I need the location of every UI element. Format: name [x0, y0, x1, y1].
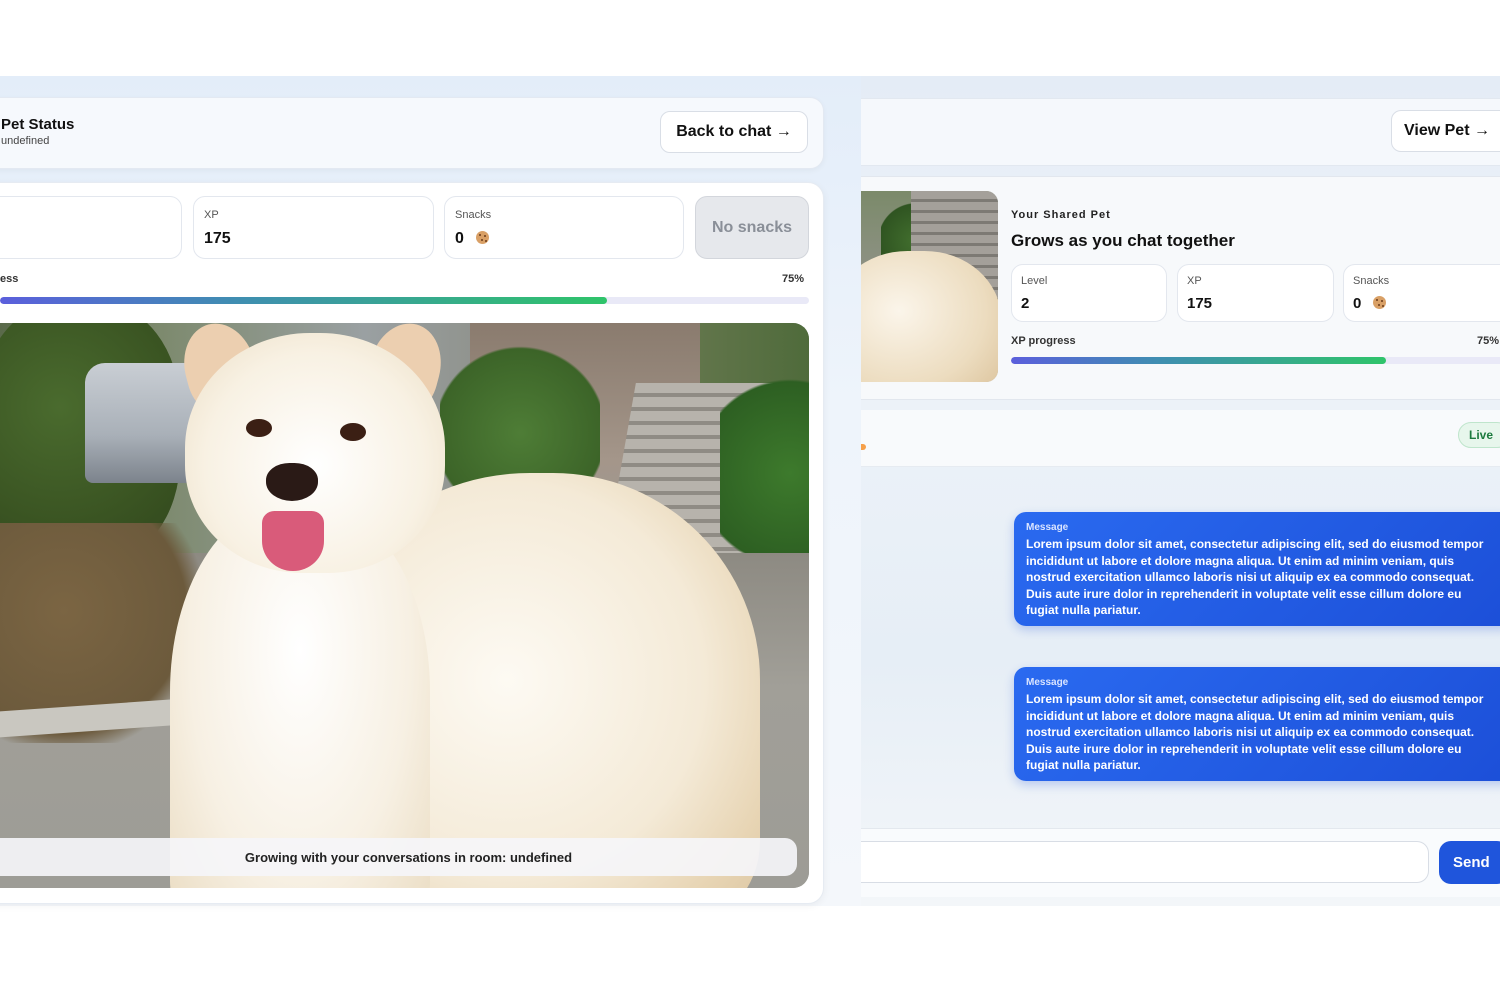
stat-value-row: 0	[1353, 295, 1387, 312]
stat-level-card: Level 2	[1011, 264, 1167, 322]
feed-snack-button[interactable]: No snacks	[695, 196, 809, 259]
stat-snacks-card: Snacks 0	[1343, 264, 1500, 322]
message-input[interactable]	[861, 841, 1429, 883]
stat-label: Snacks	[1353, 275, 1390, 287]
cookie-icon	[1373, 296, 1387, 309]
xp-progress-bar	[1011, 357, 1500, 364]
chat-message: Message Lorem ipsum dolor sit amet, cons…	[1014, 667, 1500, 781]
stat-snacks-card: Snacks 0	[444, 196, 684, 259]
message-sender: Message	[1026, 677, 1069, 688]
message-sender: Message	[1026, 522, 1069, 533]
xp-progress-bar	[0, 297, 809, 304]
chat-status-bar	[861, 410, 1500, 467]
stat-xp-card: XP 175	[193, 196, 434, 259]
stat-xp-card: XP 175	[1177, 264, 1334, 322]
progress-percent: 75%	[782, 273, 805, 285]
message-text: Lorem ipsum dolor sit amet, consectetur …	[1026, 537, 1484, 617]
stat-label: XP	[204, 209, 219, 221]
stat-value: 0	[1353, 295, 1362, 312]
stat-value: 175	[1187, 295, 1213, 312]
progress-label: ess	[0, 273, 19, 285]
stat-level-card	[0, 196, 182, 259]
cookie-icon	[475, 231, 489, 244]
message-text: Lorem ipsum dolor sit amet, consectetur …	[1026, 692, 1484, 772]
shared-pet-label: Your Shared Pet	[1011, 209, 1111, 221]
stat-value: 0	[455, 230, 464, 247]
send-button[interactable]: Send	[1439, 841, 1500, 884]
xp-progress-fill	[1011, 357, 1386, 364]
stat-label: Level	[1021, 275, 1048, 287]
pet-caption: Growing with your conversations in room:…	[0, 838, 797, 876]
pet-thumbnail[interactable]	[861, 191, 998, 382]
live-status-badge: Live	[1458, 422, 1500, 448]
stat-label: Snacks	[455, 209, 492, 221]
stat-value: 2	[1021, 295, 1030, 312]
chat-message: Message Lorem ipsum dolor sit amet, cons…	[1014, 512, 1500, 626]
pet-image	[0, 323, 809, 888]
room-subtitle: undefined	[1, 135, 50, 147]
xp-progress-fill	[0, 297, 607, 304]
back-to-chat-button[interactable]: Back to chat →	[660, 111, 808, 153]
stat-label: XP	[1187, 275, 1202, 287]
progress-percent: 75%	[1477, 335, 1500, 347]
stat-value-row: 0	[455, 230, 489, 248]
view-pet-button[interactable]: View Pet →	[1391, 110, 1500, 152]
shared-pet-title: Grows as you chat together	[1011, 231, 1235, 250]
page-title: Pet Status	[1, 116, 75, 133]
stat-value: 175	[204, 230, 231, 247]
progress-label: XP progress	[1011, 335, 1076, 347]
